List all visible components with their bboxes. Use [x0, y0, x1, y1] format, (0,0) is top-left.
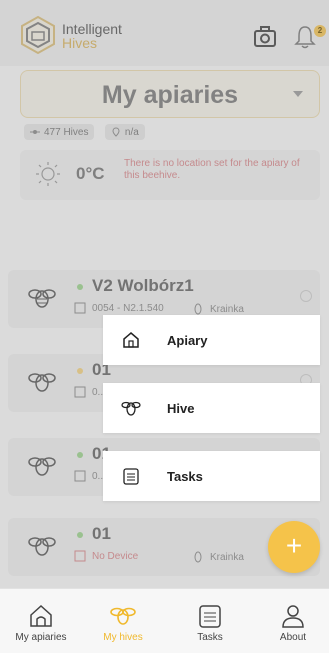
menu-item-apiary[interactable]: Apiary — [103, 315, 320, 365]
menu-item-tasks[interactable]: Tasks — [103, 451, 320, 501]
nav-about[interactable]: About — [252, 589, 329, 653]
app-screen: Intelligent Hives 2 My apiaries 477 Hive… — [0, 0, 329, 653]
tasks-icon — [121, 466, 141, 486]
person-icon — [282, 605, 304, 628]
bottom-nav: My apiaries My hives Tasks About — [0, 588, 329, 653]
bee-icon — [121, 398, 141, 418]
home-icon — [121, 330, 141, 350]
bee-icon — [110, 607, 136, 625]
menu-item-hive[interactable]: Hive — [103, 383, 320, 433]
nav-my-apiaries[interactable]: My apiaries — [0, 589, 82, 653]
home-icon — [30, 604, 52, 627]
tasks-icon — [199, 605, 221, 628]
add-button[interactable]: + — [268, 521, 320, 573]
nav-tasks[interactable]: Tasks — [169, 589, 251, 653]
nav-my-hives[interactable]: My hives — [82, 589, 164, 653]
